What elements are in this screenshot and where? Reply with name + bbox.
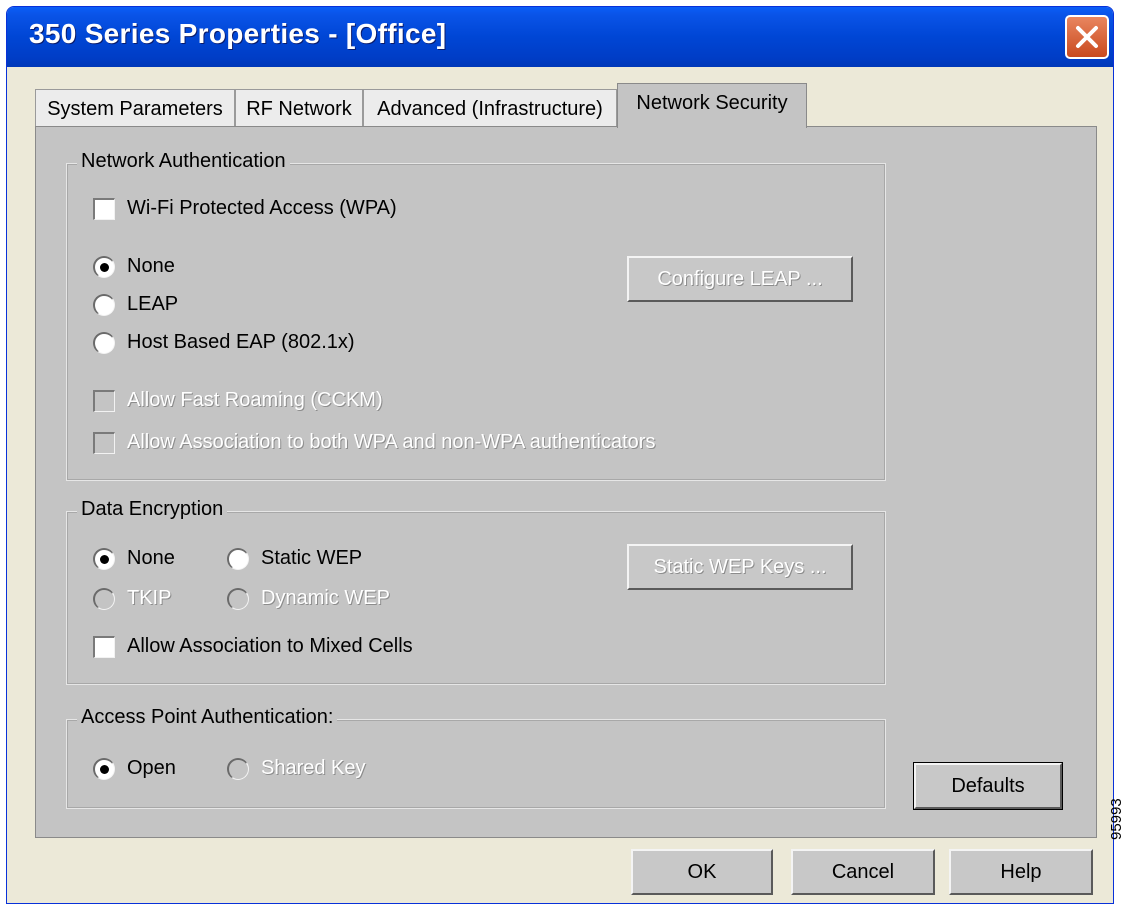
enc-tkip-radio-row[interactable]: TKIP [93,586,213,614]
enc-static-wep-label: Static WEP [261,547,363,569]
auth-none-label: None [127,255,175,277]
enc-none-radio[interactable] [93,548,115,570]
auth-leap-radio-row[interactable]: LEAP [93,292,293,320]
enc-static-wep-radio[interactable] [227,548,249,570]
ap-open-radio[interactable] [93,758,115,780]
tab-strip: System Parameters RF Network Advanced (I… [7,83,1113,128]
enc-dynamic-wep-radio-row[interactable]: Dynamic WEP [227,586,447,614]
tab-advanced-infrastructure[interactable]: Advanced (Infrastructure) [363,89,617,127]
ap-authentication-label: Access Point Authentication: [77,706,338,729]
auth-none-radio-row[interactable]: None [93,254,293,282]
wpa-checkbox-row[interactable]: Wi-Fi Protected Access (WPA) [93,196,493,224]
auth-host-eap-radio[interactable] [93,332,115,354]
enc-none-radio-row[interactable]: None [93,546,213,574]
close-button[interactable] [1065,15,1109,59]
fast-roaming-checkbox[interactable] [93,390,115,412]
network-authentication-group: Network Authentication Wi-Fi Protected A… [66,150,886,481]
mixed-wpa-checkbox-row[interactable]: Allow Association to both WPA and non-WP… [93,430,873,458]
auth-leap-label: LEAP [127,293,179,315]
radio-selected-dot [100,263,109,272]
data-encryption-label: Data Encryption [77,498,228,521]
ap-shared-key-radio-row[interactable]: Shared Key [227,756,427,784]
auth-host-eap-radio-row[interactable]: Host Based EAP (802.1x) [93,330,393,358]
window-title: 350 Series Properties - [Office] [29,18,447,49]
network-security-panel: Network Authentication Wi-Fi Protected A… [35,126,1097,838]
enc-none-label: None [127,547,175,569]
enc-static-wep-radio-row[interactable]: Static WEP [227,546,427,574]
ap-open-label: Open [127,757,176,779]
network-authentication-label: Network Authentication [77,150,290,173]
fast-roaming-label: Allow Fast Roaming (CCKM) [127,389,383,411]
data-encryption-group: Data Encryption None Static WEP TKIP Dyn… [66,498,886,685]
ap-shared-key-radio[interactable] [227,758,249,780]
ap-shared-key-label: Shared Key [261,757,366,779]
enc-tkip-label: TKIP [127,587,172,609]
radio-selected-dot [100,555,109,564]
auth-leap-radio[interactable] [93,294,115,316]
figure-number: 95993 [1108,798,1125,840]
mixed-cells-checkbox-row[interactable]: Allow Association to Mixed Cells [93,634,493,662]
wpa-label: Wi-Fi Protected Access (WPA) [127,197,397,219]
properties-dialog: 350 Series Properties - [Office] System … [6,6,1114,904]
static-wep-keys-button[interactable]: Static WEP Keys ... [627,544,853,590]
enc-tkip-radio[interactable] [93,588,115,610]
ok-button[interactable]: OK [631,849,773,895]
defaults-button[interactable]: Defaults [913,762,1063,810]
configure-leap-button[interactable]: Configure LEAP ... [627,256,853,302]
cancel-button[interactable]: Cancel [791,849,935,895]
close-icon [1076,26,1098,48]
mixed-cells-checkbox[interactable] [93,636,115,658]
wpa-checkbox[interactable] [93,198,115,220]
mixed-cells-label: Allow Association to Mixed Cells [127,635,413,657]
tab-rf-network[interactable]: RF Network [235,89,363,127]
auth-host-eap-label: Host Based EAP (802.1x) [127,331,355,353]
auth-none-radio[interactable] [93,256,115,278]
fast-roaming-checkbox-row[interactable]: Allow Fast Roaming (CCKM) [93,388,493,416]
title-bar[interactable]: 350 Series Properties - [Office] [7,7,1113,67]
ap-authentication-group: Access Point Authentication: Open Shared… [66,706,886,809]
enc-dynamic-wep-radio[interactable] [227,588,249,610]
tab-network-security[interactable]: Network Security [617,83,807,128]
help-button[interactable]: Help [949,849,1093,895]
mixed-wpa-label: Allow Association to both WPA and non-WP… [127,431,656,453]
ap-open-radio-row[interactable]: Open [93,756,213,784]
radio-selected-dot [100,765,109,774]
mixed-wpa-checkbox[interactable] [93,432,115,454]
enc-dynamic-wep-label: Dynamic WEP [261,587,390,609]
tab-system-parameters[interactable]: System Parameters [35,89,235,127]
